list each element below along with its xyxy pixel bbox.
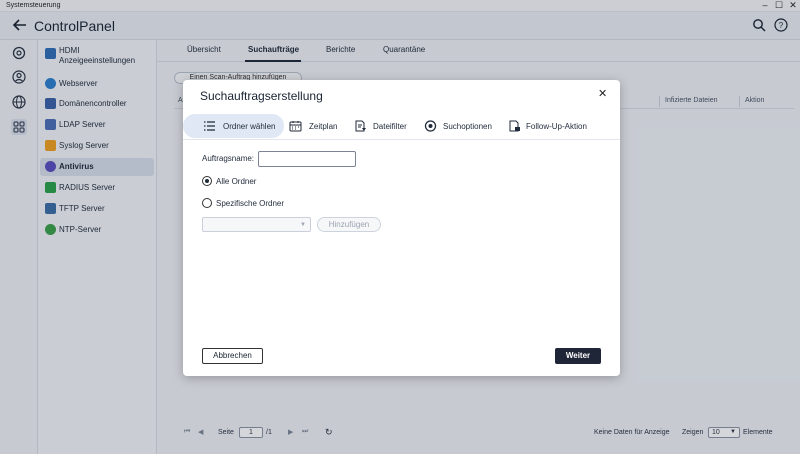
cancel-button[interactable]: Abbrechen: [202, 348, 263, 364]
calendar-icon: [289, 121, 302, 132]
job-name-input[interactable]: [258, 151, 356, 167]
step-select-folders[interactable]: Ordner wählen: [183, 114, 284, 138]
follow-up-icon: [509, 120, 520, 132]
step-label: Dateifilter: [373, 122, 407, 131]
next-button[interactable]: Weiter: [555, 348, 601, 364]
step-scan-options[interactable]: Suchoptionen: [424, 114, 496, 138]
step-schedule[interactable]: Zeitplan: [289, 114, 349, 138]
radio-specific-folders[interactable]: [202, 198, 212, 208]
list-icon: [204, 121, 215, 131]
folder-select[interactable]: ▼: [202, 217, 311, 232]
step-label: Ordner wählen: [223, 122, 276, 131]
file-filter-icon: [355, 120, 366, 132]
step-file-filter[interactable]: Dateifilter: [354, 114, 416, 138]
radio-specific-folders-label: Spezifische Ordner: [216, 199, 285, 208]
step-label: Follow-Up-Aktion: [526, 122, 587, 131]
scan-options-icon: [424, 120, 437, 132]
step-follow-up-action[interactable]: Follow-Up-Aktion: [508, 114, 608, 138]
radio-all-folders-label: Alle Ordner: [216, 177, 257, 186]
scan-job-creation-dialog: Suchauftragserstellung ✕ Ordner wählen Z…: [183, 80, 620, 376]
wizard-steps: Ordner wählen Zeitplan Dateifilter Sucho…: [183, 112, 620, 140]
radio-all-folders[interactable]: [202, 176, 212, 186]
step-label: Zeitplan: [309, 122, 338, 131]
job-name-label: Auftragsname:: [202, 154, 255, 163]
step-label: Suchoptionen: [443, 122, 492, 131]
dialog-title: Suchauftragserstellung: [200, 89, 323, 103]
close-icon[interactable]: ✕: [598, 87, 607, 100]
add-folder-button[interactable]: Hinzufügen: [317, 217, 381, 232]
chevron-down-icon: ▼: [300, 222, 306, 228]
